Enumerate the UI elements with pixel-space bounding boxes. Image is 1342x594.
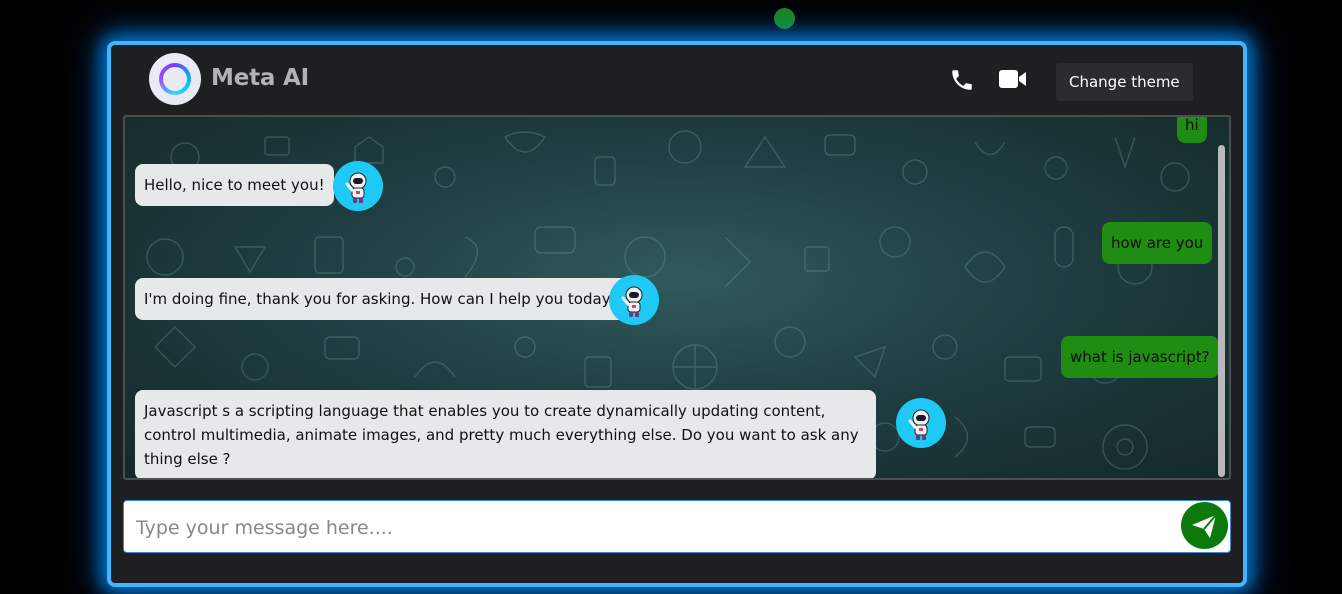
chat-scrollbar[interactable] (1218, 145, 1225, 477)
message-composer (123, 500, 1231, 554)
user-message: how are you (1102, 222, 1213, 264)
robot-avatar-icon (333, 161, 383, 211)
bot-message: Hello, nice to meet you! (135, 164, 334, 206)
phone-icon[interactable] (949, 67, 975, 93)
chat-messages-area[interactable]: hi Hello, nice to meet you! how are you … (123, 115, 1231, 480)
robot-avatar-icon (609, 275, 659, 325)
message-text: how are you (1111, 234, 1204, 252)
message-text: hi (1185, 116, 1199, 134)
send-button[interactable] (1181, 502, 1228, 549)
app-title: Meta AI (211, 65, 309, 91)
status-indicator-dot (774, 8, 795, 29)
chat-window: Meta AI Change theme hi Hello, nice to m… (107, 41, 1247, 587)
change-theme-button[interactable]: Change theme (1056, 63, 1193, 101)
message-text: Javascript s a scripting language that e… (144, 402, 859, 468)
message-input[interactable] (134, 501, 1178, 554)
meta-ai-logo-icon (149, 53, 201, 105)
paper-plane-icon (1192, 514, 1217, 538)
message-text: I'm doing fine, thank you for asking. Ho… (144, 290, 619, 308)
message-text: Hello, nice to meet you! (144, 176, 325, 194)
chat-header: Meta AI Change theme (111, 45, 1243, 117)
video-camera-icon[interactable] (998, 67, 1028, 91)
message-text: what is javascript? (1070, 348, 1210, 366)
robot-avatar-icon (896, 398, 946, 448)
user-message: what is javascript? (1061, 336, 1219, 378)
bot-message: I'm doing fine, thank you for asking. Ho… (135, 278, 628, 320)
bot-message: Javascript s a scripting language that e… (135, 390, 876, 478)
user-message: hi (1177, 116, 1207, 143)
